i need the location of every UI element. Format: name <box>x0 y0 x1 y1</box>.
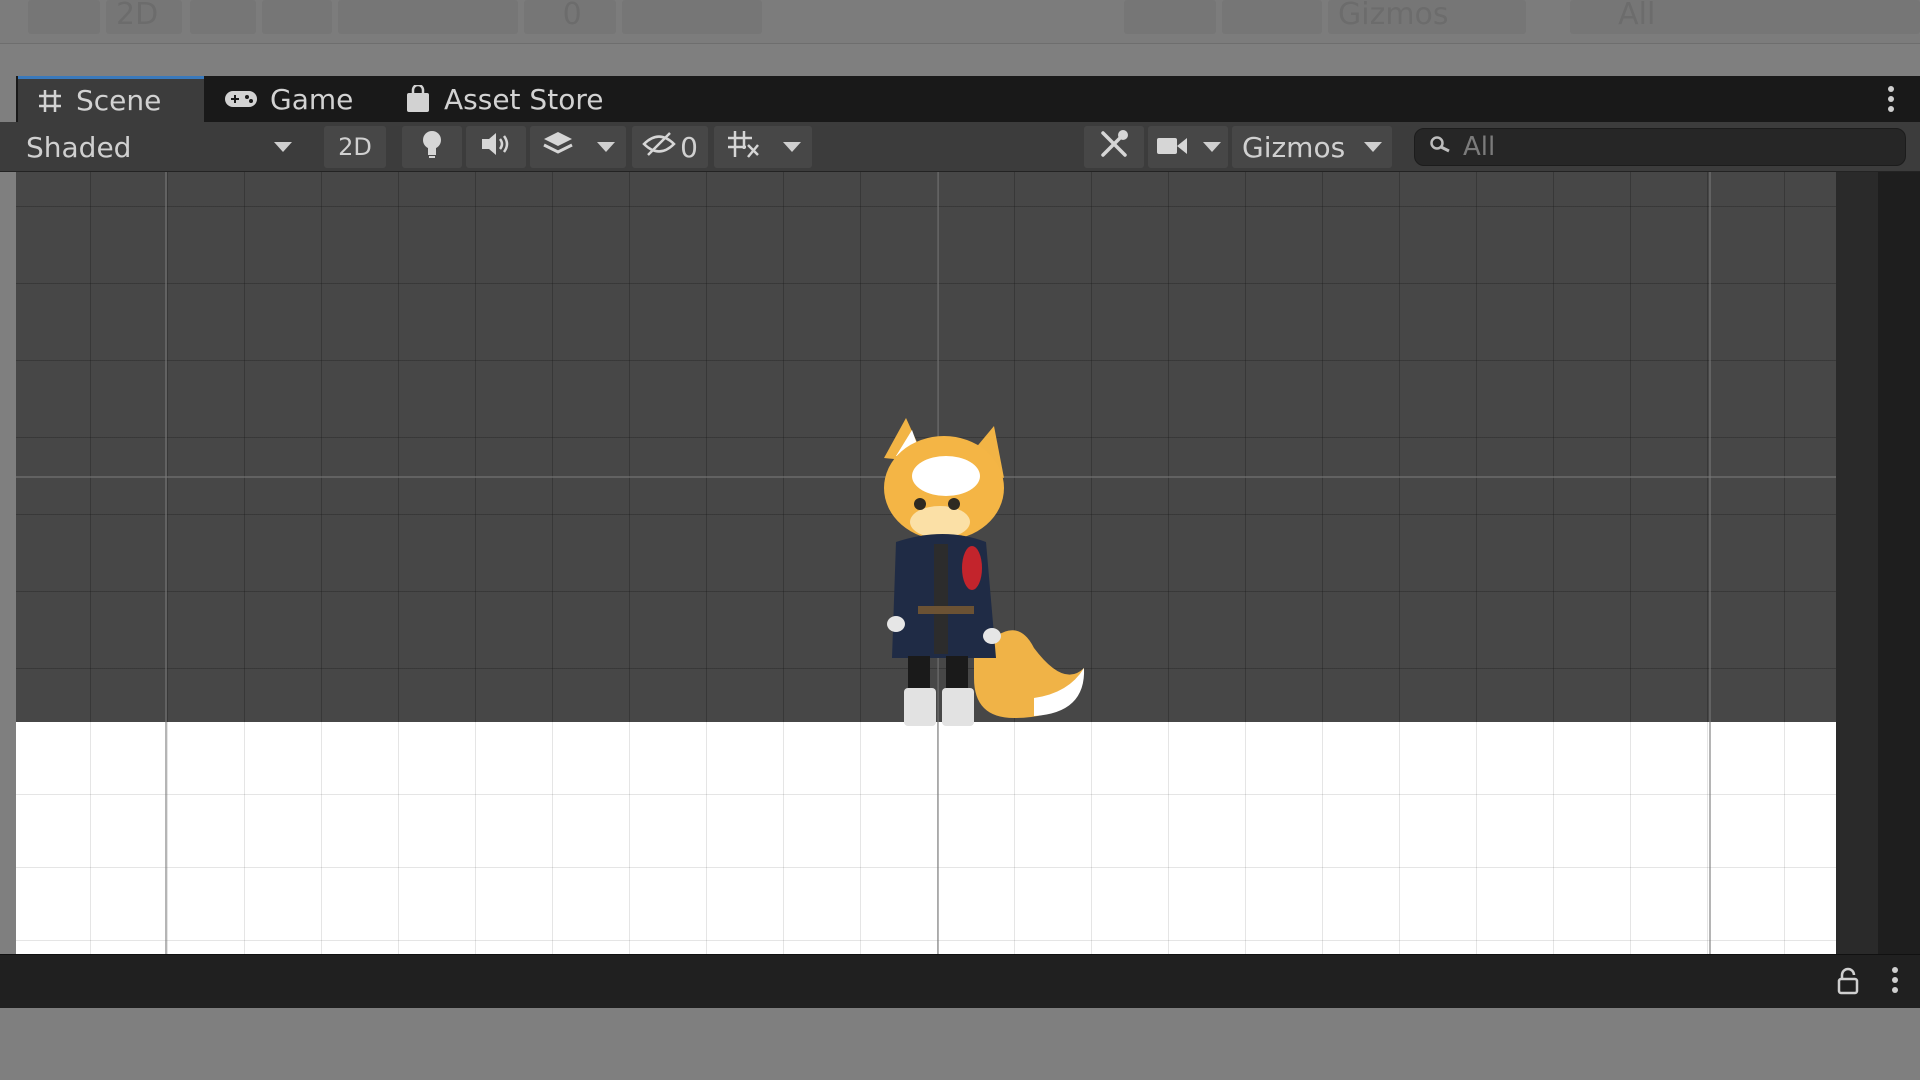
2d-toggle-label: 2D <box>338 133 372 161</box>
background-area <box>0 1008 1920 1080</box>
tab-scene[interactable]: Scene <box>18 76 204 122</box>
chevron-down-icon <box>1202 142 1221 152</box>
chevron-down-icon <box>274 142 292 152</box>
gizmos-label: Gizmos <box>1242 130 1346 164</box>
shopping-bag-icon <box>404 85 432 113</box>
draw-mode-label: Shaded <box>26 130 132 164</box>
tools-toggle-button[interactable] <box>1084 126 1144 168</box>
lighting-toggle-button[interactable] <box>402 126 462 168</box>
ghost-grid-icon <box>622 0 762 34</box>
grid-major-line <box>1709 172 1711 954</box>
tools-icon <box>1098 128 1130 167</box>
tab-game-label: Game <box>270 82 354 116</box>
scene-search-input[interactable]: All <box>1414 128 1906 166</box>
ground-tilemap <box>16 722 1878 954</box>
hidden-objects-toggle[interactable]: 0 <box>632 126 708 168</box>
chevron-down-icon <box>596 142 615 152</box>
ghost-tools-icon <box>1124 0 1216 34</box>
grid-snap-icon <box>726 129 760 166</box>
background-toolbar: 2D 0 Gizmos All <box>0 0 1920 44</box>
audio-toggle-button[interactable] <box>466 126 526 168</box>
chevron-down-icon <box>782 142 801 152</box>
gizmos-dropdown[interactable]: Gizmos <box>1232 126 1392 168</box>
lightbulb-icon <box>421 129 443 166</box>
search-icon <box>1429 132 1453 162</box>
scene-status-bar <box>0 954 1920 1008</box>
tab-game[interactable]: Game <box>206 76 376 122</box>
gamepad-icon <box>224 85 258 113</box>
viewport-right-edge <box>1836 172 1878 954</box>
ghost-search: All <box>1570 0 1920 34</box>
scene-toolbar: Shaded 2D 0 Gizmos All <box>0 122 1920 172</box>
ghost-audio-icon <box>262 0 332 34</box>
tab-asset-store[interactable]: Asset Store <box>386 76 636 122</box>
2d-toggle-button[interactable]: 2D <box>324 126 386 168</box>
camera-dropdown[interactable] <box>1148 126 1228 168</box>
tab-asset-store-label: Asset Store <box>444 82 604 116</box>
ghost-light-icon <box>190 0 256 34</box>
ghost-effects-icon <box>338 0 518 34</box>
fox-character-sprite[interactable] <box>864 418 1094 728</box>
ghost-gizmos-button: Gizmos <box>1328 0 1526 34</box>
tab-bar: Scene Game Asset Store <box>16 76 1920 122</box>
chevron-down-icon <box>1364 142 1382 152</box>
grid-hash-icon <box>36 87 64 115</box>
draw-mode-dropdown[interactable]: Shaded <box>0 126 306 168</box>
lock-icon[interactable] <box>1836 967 1860 999</box>
ghost-2d-button: 2D <box>106 0 182 34</box>
ghost-dropdown <box>28 0 100 34</box>
status-menu-icon[interactable] <box>1890 967 1900 995</box>
layers-effects-icon <box>542 130 574 165</box>
hidden-objects-count: 0 <box>680 130 698 164</box>
scene-window: Scene Game Asset Store Shaded 2D 0 Gizmo… <box>0 76 1920 1008</box>
window-menu-icon[interactable] <box>1886 86 1896 114</box>
tab-scene-label: Scene <box>76 84 162 117</box>
effects-dropdown[interactable] <box>530 126 626 168</box>
ghost-visibility-button: 0 <box>524 0 616 34</box>
scene-viewport[interactable] <box>16 172 1878 954</box>
speaker-icon <box>480 131 512 164</box>
camera-icon <box>1156 131 1188 164</box>
grid-major-line <box>165 172 167 954</box>
eye-slash-icon <box>642 131 676 164</box>
search-placeholder: All <box>1463 132 1496 162</box>
ghost-camera-icon <box>1222 0 1322 34</box>
unity-editor: 2D 0 Gizmos All Scene Game Asset Store S… <box>0 0 1920 1080</box>
grid-snapping-dropdown[interactable] <box>714 126 812 168</box>
